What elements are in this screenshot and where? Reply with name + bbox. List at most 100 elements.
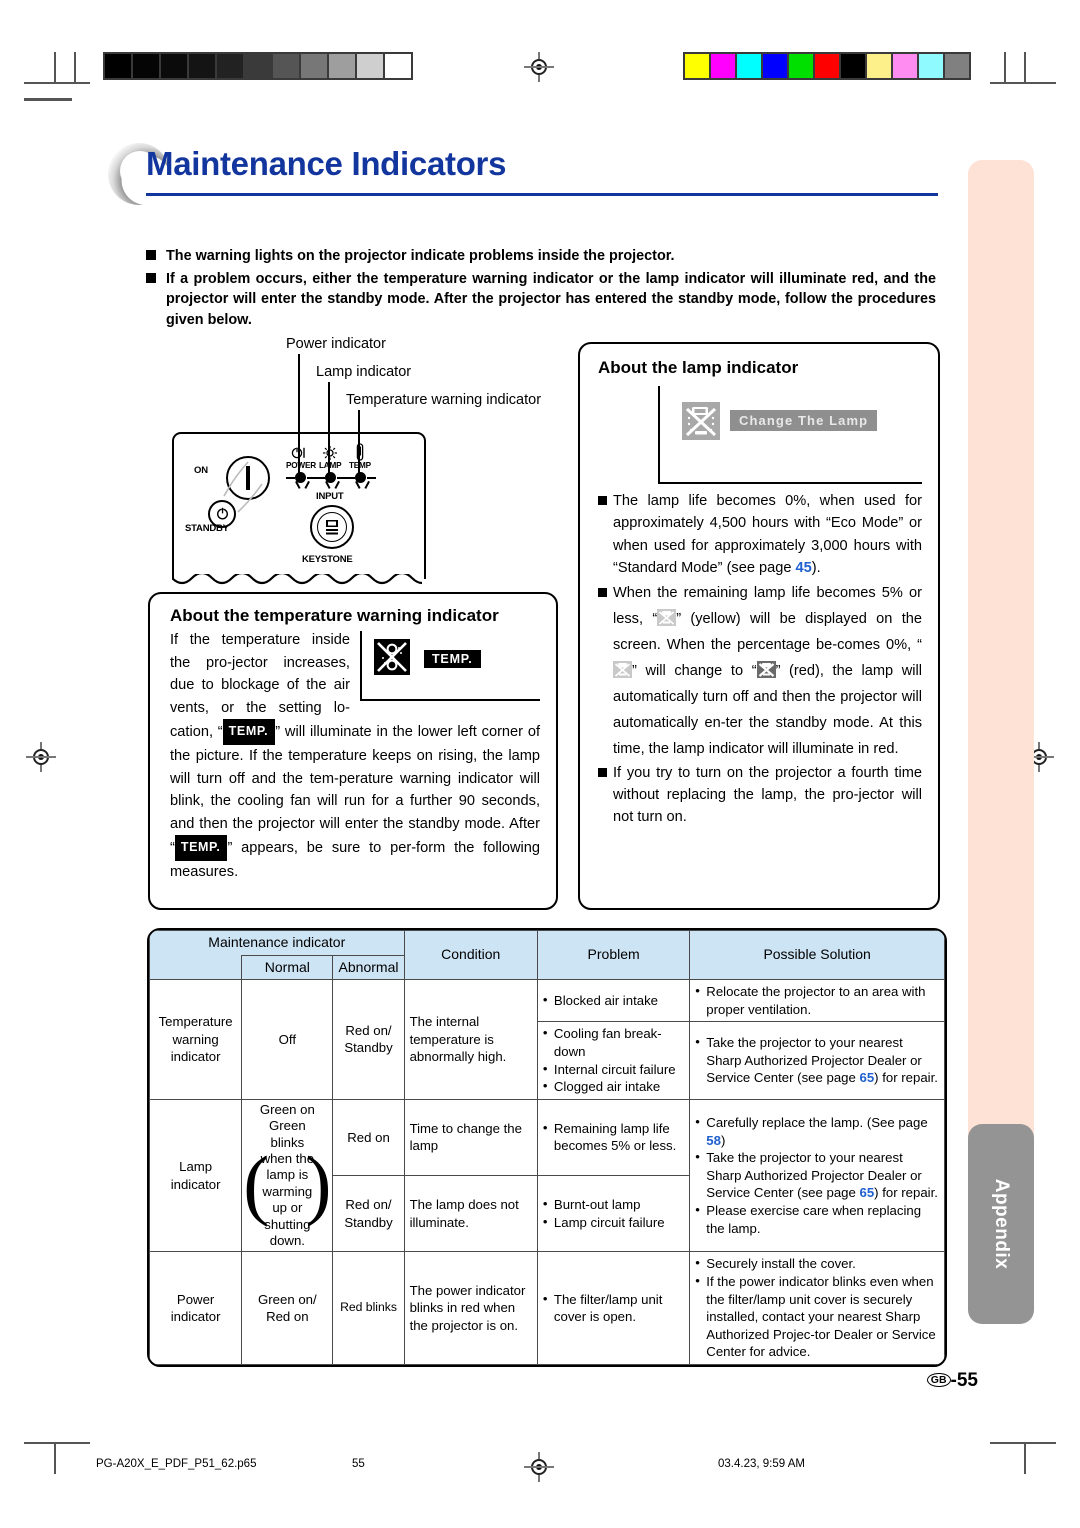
appendix-tab[interactable]: Appendix [968, 1124, 1034, 1324]
cell-condition-lamp-2: The lamp does not illuminate. [403, 1175, 538, 1253]
table-row-temp-1: Temperature warning indicator Off Red on… [149, 979, 945, 1100]
crop-mark-top-right-v [1024, 52, 1026, 84]
cell-condition-power: The power indicator blinks in red when t… [403, 1251, 538, 1365]
cell-abnormal-lamp-1: Red on [332, 1098, 405, 1177]
header-indicator-spacer [149, 955, 243, 981]
lamp-bullet-1-post: ). [811, 560, 821, 577]
region-code-badge: GB [926, 1373, 951, 1387]
list-item: If the power indicator blinks even when … [695, 1272, 939, 1361]
led-ray [307, 477, 316, 479]
registration-mark-left [26, 742, 56, 772]
cell-indicator-power: Power indicator [149, 1251, 243, 1365]
crop-mark-top-left-h [24, 82, 90, 84]
callout-temp-indicator: Temperature warning indicator [346, 392, 542, 408]
normal-lamp-brace: Green blinks when the lamp is warming up… [244, 1118, 330, 1249]
footer-page-number: 55 [352, 1458, 365, 1470]
cell-solution-temp-2: Take the projector to your nearest Sharp… [689, 1021, 945, 1100]
crop-mark-top-right-h [990, 82, 1056, 84]
list-item: Carefully replace the lamp. (See page 58… [695, 1113, 939, 1149]
cell-abnormal-power: Red blinks [332, 1251, 405, 1365]
list-item: Cooling fan break-down [543, 1024, 684, 1060]
lamp-indicator-info-box: About the lamp indicator Change The Lamp… [578, 342, 940, 910]
cell-abnormal-lamp-2: Red on/ Standby [332, 1175, 405, 1253]
panel-torn-edge [172, 574, 422, 585]
footer-filename: PG-A20X_E_PDF_P51_62.p65 [96, 1458, 257, 1470]
list-item: The filter/lamp unit cover is open. [543, 1290, 684, 1326]
lamp-osd-sample: Change The Lamp [658, 386, 922, 484]
list-item: Take the projector to your nearest Sharp… [695, 1148, 939, 1202]
panel-label-on: ON [194, 465, 208, 476]
lamp-warning-red-icon [756, 660, 776, 678]
maintenance-indicator-table-wrapper: Maintenance indicator Condition Problem … [147, 928, 947, 1367]
crop-mark-top-left-bleed [24, 98, 72, 101]
bullet-square-icon [598, 767, 607, 777]
page-number-block: GB -55 [926, 1370, 978, 1392]
lamp-bullet-3-text: If you try to turn on the projector a fo… [613, 764, 922, 826]
temp-box-heading: About the temperature warning indicator [170, 606, 499, 625]
bullet-square-icon [146, 272, 156, 283]
lamp-warning-yellow-icon [657, 608, 677, 626]
list-item: Securely install the cover. [695, 1254, 939, 1273]
cell-problem-temp-2: Cooling fan break-down Internal circuit … [536, 1021, 691, 1100]
crop-mark-bottom-left-h [24, 1442, 90, 1444]
lamp-bullet-1: The lamp life becomes 0%, when used for … [598, 490, 922, 580]
page-ref-65[interactable]: 65 [860, 1185, 875, 1200]
table-row-power: Power indicator Green on/ Red on Red bli… [149, 1251, 945, 1365]
cell-abnormal-temperature: Red on/ Standby [332, 979, 405, 1100]
cell-solution-power: Securely install the cover. If the power… [689, 1251, 945, 1365]
lamp-bullet-2-seg3: ” will change to “ [632, 662, 757, 679]
led-ray [286, 477, 295, 479]
led-ray [346, 477, 355, 479]
temp-osd-label: TEMP. [424, 650, 481, 668]
page-ref-65[interactable]: 65 [860, 1070, 875, 1085]
list-item: Clogged air intake [543, 1077, 684, 1096]
list-item: Blocked air intake [543, 991, 684, 1010]
page-ref-45[interactable]: 45 [796, 560, 812, 576]
maintenance-indicator-table: Maintenance indicator Condition Problem … [149, 929, 945, 1365]
lamp-symbol-icon [323, 446, 337, 460]
footer-timestamp: 03.4.23, 9:59 AM [718, 1458, 805, 1470]
intro-bullet-2: If a problem occurs, either the temperat… [146, 269, 936, 331]
solution-item2-post: ) for repair. [874, 1185, 938, 1201]
led-ray [367, 477, 376, 479]
bullet-square-icon [146, 250, 156, 260]
button-connector-shape [223, 461, 263, 513]
normal-lamp-main: Green on [259, 1101, 315, 1117]
crop-mark-top-right-tick [1004, 52, 1006, 84]
header-problem: Problem [536, 929, 691, 981]
cell-solution-lamp: Carefully replace the lamp. (See page 58… [689, 1098, 945, 1253]
crop-mark-top-left-tick [74, 52, 76, 84]
crop-mark-top-left-v [54, 52, 56, 84]
appendix-side-band [968, 160, 1034, 1220]
list-item: Internal circuit failure [543, 1060, 684, 1079]
grayscale-calibration-bar [103, 52, 413, 80]
temp-inline-osd-2: TEMP. [174, 835, 228, 861]
cell-normal-power: Green on/ Red on [241, 1251, 334, 1365]
change-lamp-osd-icon [682, 402, 720, 440]
list-item: Remaining lamp life becomes 5% or less. [543, 1119, 684, 1155]
cell-indicator-temperature: Temperature warning indicator [149, 979, 243, 1100]
lamp-bullet-3: If you try to turn on the projector a fo… [598, 762, 922, 829]
table-header-row-1: Maintenance indicator Condition Problem … [149, 929, 945, 981]
cell-problem-power: The filter/lamp unit cover is open. [536, 1251, 691, 1365]
crop-mark-bottom-left-v [54, 1442, 56, 1474]
list-item: Relocate the projector to an area with p… [695, 982, 939, 1018]
crop-mark-bottom-right-v [1024, 1442, 1026, 1474]
intro-bullet-list: The warning lights on the projector indi… [146, 246, 936, 330]
page-title-block: Maintenance Indicators [108, 143, 938, 207]
title-underline [146, 193, 938, 196]
page-title: Maintenance Indicators [146, 145, 507, 182]
table-row-lamp-1: Lamp indicator Green on Green blinks whe… [149, 1098, 945, 1253]
header-possible-solution: Possible Solution [689, 929, 945, 981]
cell-problem-temp-1: Blocked air intake [536, 979, 691, 1023]
header-normal: Normal [241, 954, 334, 981]
list-item: Please exercise care when replacing the … [695, 1201, 939, 1237]
temp-inline-osd-1: TEMP. [222, 719, 276, 745]
page-ref-58[interactable]: 58 [706, 1133, 721, 1148]
bullet-square-icon [598, 587, 607, 597]
cell-solution-temp-1: Relocate the projector to an area with p… [689, 979, 945, 1023]
power-symbol-icon [291, 447, 305, 459]
cell-problem-lamp-1: Remaining lamp life becomes 5% or less. [536, 1098, 691, 1177]
panel-label-lamp: LAMP [319, 461, 342, 470]
crop-mark-bottom-right-h [990, 1442, 1056, 1444]
